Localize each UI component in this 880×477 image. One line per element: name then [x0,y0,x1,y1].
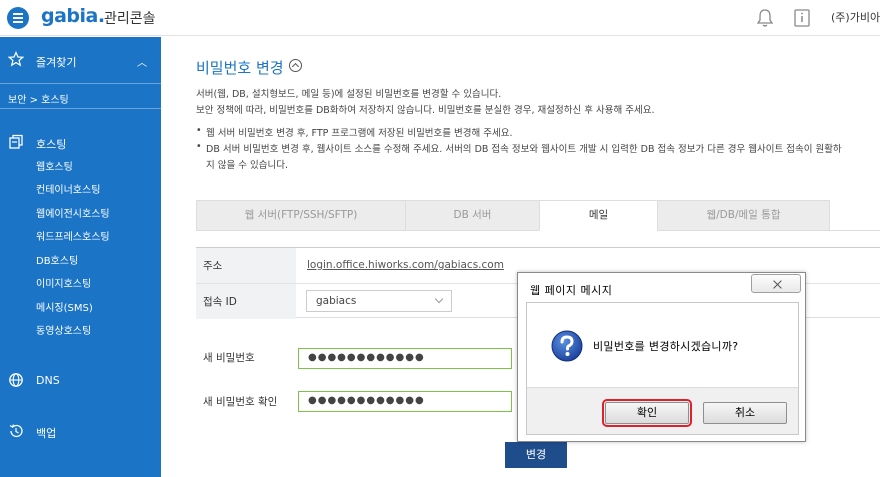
access-id-select[interactable]: gabiacs [306,290,452,312]
favorites-label: 즐겨찾기 [36,56,77,69]
chevron-up-icon: ︿ [137,58,147,69]
dialog-close-button[interactable] [751,274,801,293]
access-id-label: 접속 ID [196,284,296,319]
history-icon [9,424,23,438]
change-button[interactable]: 변경 [505,442,567,468]
address-label: 주소 [196,248,296,283]
sidebar-section-backup[interactable]: 백업 [0,422,161,442]
sidebar-favorites[interactable]: 즐겨찾기 ︿ [0,49,161,73]
bell-icon[interactable] [756,8,774,28]
chevron-down-icon [434,294,444,304]
confirm-password-input[interactable]: ●●●●●●●●●●●● [298,391,512,412]
hamburger-menu-icon[interactable] [7,7,29,29]
notice-bullet-2-continued: 지 않을 수 있습니다. [206,160,288,171]
dialog-body: 비밀번호를 변경하시겠습니까? 확인 취소 [526,302,799,435]
sidebar-section-hosting[interactable]: 호스팅 [0,133,161,153]
notice-icon[interactable] [793,8,811,28]
hosting-icon [9,134,23,149]
new-password-label: 새 비밀번호 [203,352,255,364]
question-icon [551,330,583,362]
sidebar-section-dns[interactable]: DNS [0,371,161,391]
sidebar-item-web-hosting[interactable]: 웹호스팅 [36,158,73,173]
dialog-footer: 확인 취소 [527,387,798,434]
collapse-chevron-icon[interactable] [289,59,302,72]
dialog-message: 비밀번호를 변경하시겠습니까? [593,340,739,353]
sidebar-breadcrumb[interactable]: 보안 > 호스팅 [0,83,161,109]
address-link[interactable]: login.office.hiworks.com/gabiacs.com [307,259,504,271]
page-title: 비밀번호 변경 [196,59,284,77]
tab-integrated[interactable]: 웹/DB/메일 통합 [657,200,830,231]
cancel-button[interactable]: 취소 [703,402,787,424]
sidebar-item-wordpress-hosting[interactable]: 워드프레스호스팅 [36,228,110,243]
new-password-input[interactable]: ●●●●●●●●●●●● [298,348,512,369]
sidebar: 즐겨찾기 ︿ 보안 > 호스팅 호스팅 웹호스팅 컨테이너호스팅 웹에이전시호스… [0,37,161,477]
console-title: 관리콘솔 [104,11,156,27]
tab-web-server[interactable]: 웹 서버(FTP/SSH/SFTP) [196,200,406,231]
dialog-title: 웹 페이지 메시지 [530,284,613,297]
gabia-logo[interactable]: gabia. [41,5,105,27]
description-line-2: 보안 정책에 따라, 비밀번호를 DB화하여 저장하지 않습니다. 비밀번호를 … [196,105,655,116]
confirm-password-label: 새 비밀번호 확인 [203,396,278,408]
sidebar-item-web-agency-hosting[interactable]: 웹에이전시호스팅 [36,205,110,220]
company-name[interactable]: (주)가비아 [831,9,880,25]
star-icon [8,51,24,67]
dns-label: DNS [36,374,60,387]
tab-db-server[interactable]: DB 서버 [405,200,540,231]
access-id-value: gabiacs [316,295,357,307]
tab-mail[interactable]: 메일 [539,200,658,231]
sidebar-item-container-hosting[interactable]: 컨테이너호스팅 [36,181,100,196]
top-bar: gabia. 관리콘솔 (주)가비아 [0,0,880,36]
tab-bar: 웹 서버(FTP/SSH/SFTP) DB 서버 메일 웹/DB/메일 통합 [196,200,880,231]
confirm-button[interactable]: 확인 [602,399,692,427]
sidebar-item-messaging-sms[interactable]: 메시징(SMS) [36,299,93,314]
web-page-message-dialog: 웹 페이지 메시지 비밀번호를 변경하시겠습니까? 확인 취소 [517,272,806,442]
sidebar-item-video-hosting[interactable]: 동영상호스팅 [36,322,91,337]
backup-label: 백업 [36,427,57,440]
description-line-1: 서버(웹, DB, 설치형보드, 메일 등)에 설정된 비밀번호를 변경할 수 … [196,89,502,100]
sidebar-item-image-hosting[interactable]: 이미지호스팅 [36,275,91,290]
sidebar-item-db-hosting[interactable]: DB호스팅 [36,252,78,267]
globe-icon [9,373,23,387]
breadcrumb-text: 보안 > 호스팅 [8,95,69,106]
hosting-label: 호스팅 [36,138,67,151]
